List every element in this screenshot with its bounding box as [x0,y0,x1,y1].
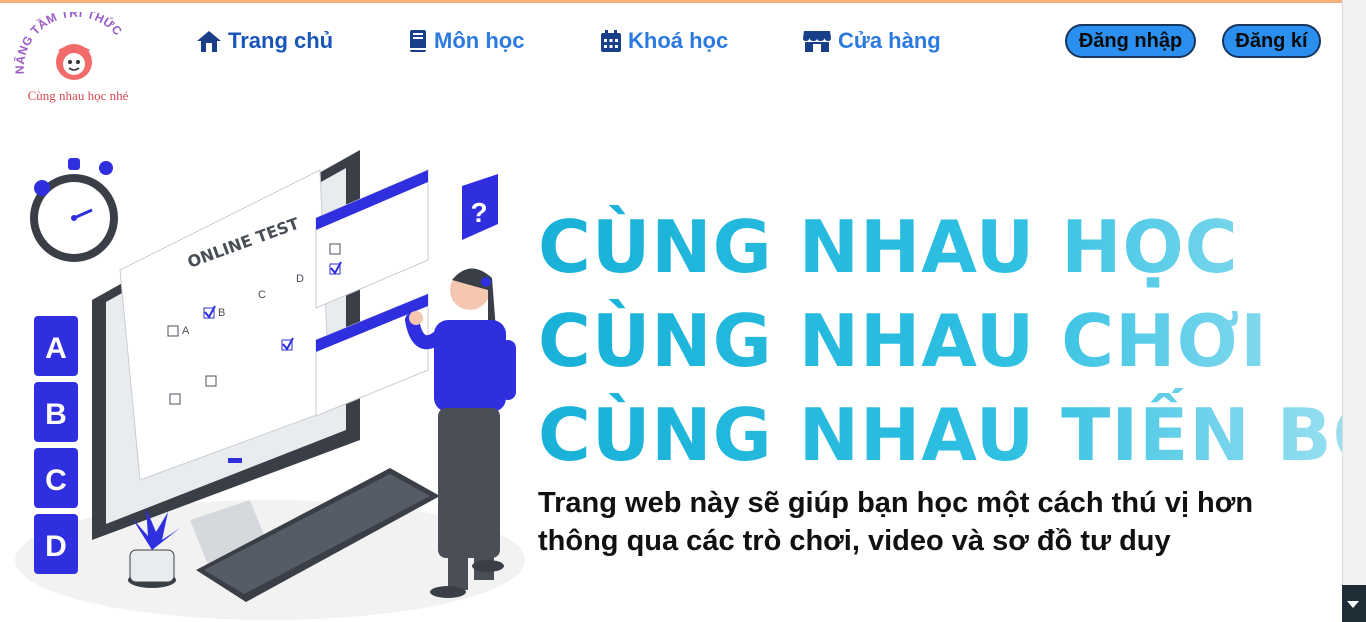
login-button[interactable]: Đăng nhập [1065,24,1196,58]
stopwatch-icon [30,158,118,262]
logo-emblem-icon: NÂNG TẦM TRI THỨC [12,6,125,80]
browser-top-strip [0,0,1366,3]
svg-text:B: B [218,307,225,319]
nav-item-courses[interactable]: Khoá học [600,26,728,56]
nav-item-home[interactable]: Trang chủ [196,26,333,56]
book-icon [410,30,426,52]
online-test-illustration: A B C D ONLINE TEST A B C D ? [15,150,525,620]
register-button[interactable]: Đăng kí [1222,24,1321,58]
nav-item-store[interactable]: Cửa hàng [802,26,941,56]
hero-line-1: CÙNG NHAU HỌC [538,200,1366,294]
hero-line-3: CÙNG NHAU TIẾN BỘ [538,388,1366,482]
nav-item-subjects-label: Môn học [434,28,525,53]
hero-line-2: CÙNG NHAU CHƠI [538,294,1366,388]
nav-item-store-label: Cửa hàng [838,28,941,53]
nav-item-subjects[interactable]: Môn học [408,26,524,56]
card-c-label: C [45,464,67,497]
page-scrollbar[interactable] [1342,0,1366,622]
home-icon [197,31,221,52]
store-icon [803,31,831,52]
scrollbar-thumb[interactable] [1342,0,1366,585]
svg-text:?: ? [470,197,487,228]
scroll-down-arrow-icon[interactable] [1347,601,1359,608]
card-b-label: B [45,398,67,431]
svg-text:C: C [258,289,266,301]
svg-text:D: D [296,273,304,285]
card-a-label: A [45,332,67,365]
card-d-label: D [45,530,67,563]
question-bubble-icon: ? [462,174,498,240]
hero-headline: CÙNG NHAU HỌC CÙNG NHAU CHƠI CÙNG NHAU T… [538,200,1366,482]
nav-item-courses-label: Khoá học [628,28,729,53]
calendar-icon [601,30,621,52]
answer-cards: A B C D [34,316,78,574]
nav-item-home-label: Trang chủ [228,28,334,53]
site-logo[interactable]: NÂNG TẦM TRI THỨC Cùng nhau học nhé [12,6,138,112]
hero-subtitle: Trang web này sẽ giúp bạn học một cách t… [538,487,1254,557]
svg-text:A: A [182,325,190,337]
logo-tagline: Cùng nhau học nhé [27,88,129,103]
